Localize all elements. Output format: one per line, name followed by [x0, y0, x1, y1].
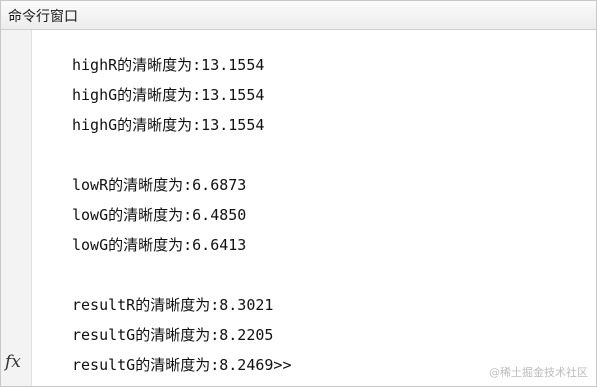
console-line: highR的清晰度为:13.1554: [72, 56, 265, 74]
console-line: resultR的清晰度为:8.3021: [72, 296, 274, 314]
console-line: lowR的清晰度为:6.6873: [72, 176, 247, 194]
watermark: @稀土掘金技术社区: [489, 366, 588, 379]
console-line: resultG的清晰度为:8.2205: [72, 326, 274, 344]
console-line: lowG的清晰度为:6.6413: [72, 236, 247, 254]
console-output[interactable]: highR的清晰度为:13.1554 highG的清晰度为:13.1554 hi…: [32, 30, 596, 386]
window-title: 命令行窗口: [8, 9, 78, 25]
window-titlebar[interactable]: 命令行窗口: [1, 1, 596, 30]
console-line: highG的清晰度为:13.1554: [72, 116, 265, 134]
command-window: 命令行窗口 highR的清晰度为:13.1554 highG的清晰度为:13.1…: [0, 0, 597, 387]
function-browser-icon[interactable]: fx: [5, 352, 21, 372]
console-line: highG的清晰度为:13.1554: [72, 86, 265, 104]
command-prompt-line[interactable]: resultG的清晰度为:8.2469>>: [72, 356, 292, 374]
console-line: lowG的清晰度为:6.4850: [72, 206, 247, 224]
command-gutter: [1, 30, 32, 386]
